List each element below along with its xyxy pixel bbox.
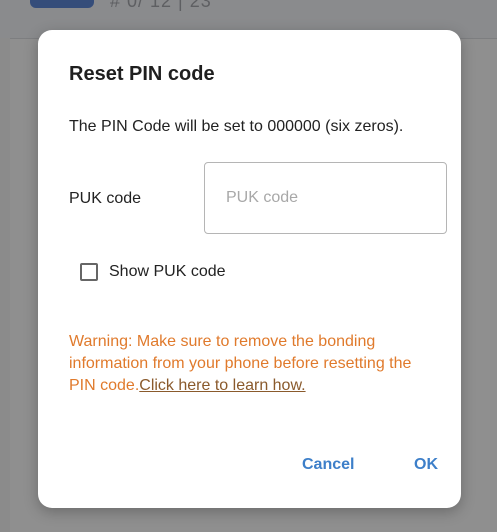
background-header-text: # 0/ 12 | 23 (110, 0, 212, 11)
cancel-button[interactable]: Cancel (294, 450, 362, 480)
background-chip (30, 0, 94, 8)
show-puk-label[interactable]: Show PUK code (109, 263, 226, 281)
learn-how-link[interactable]: Click here to learn how. (139, 377, 305, 394)
ok-button[interactable]: OK (406, 450, 446, 480)
background-panel-edge (0, 38, 10, 532)
dialog-description: The PIN Code will be set to 000000 (six … (69, 118, 404, 135)
show-puk-checkbox[interactable] (80, 263, 98, 281)
show-puk-row[interactable]: Show PUK code (80, 260, 226, 284)
puk-code-label: PUK code (69, 190, 142, 207)
dialog-title: Reset PIN code (69, 63, 215, 85)
bonding-warning: Warning: Make sure to remove the bonding… (69, 331, 419, 397)
reset-pin-dialog: Reset PIN code The PIN Code will be set … (38, 30, 461, 508)
puk-code-input[interactable] (204, 162, 447, 234)
